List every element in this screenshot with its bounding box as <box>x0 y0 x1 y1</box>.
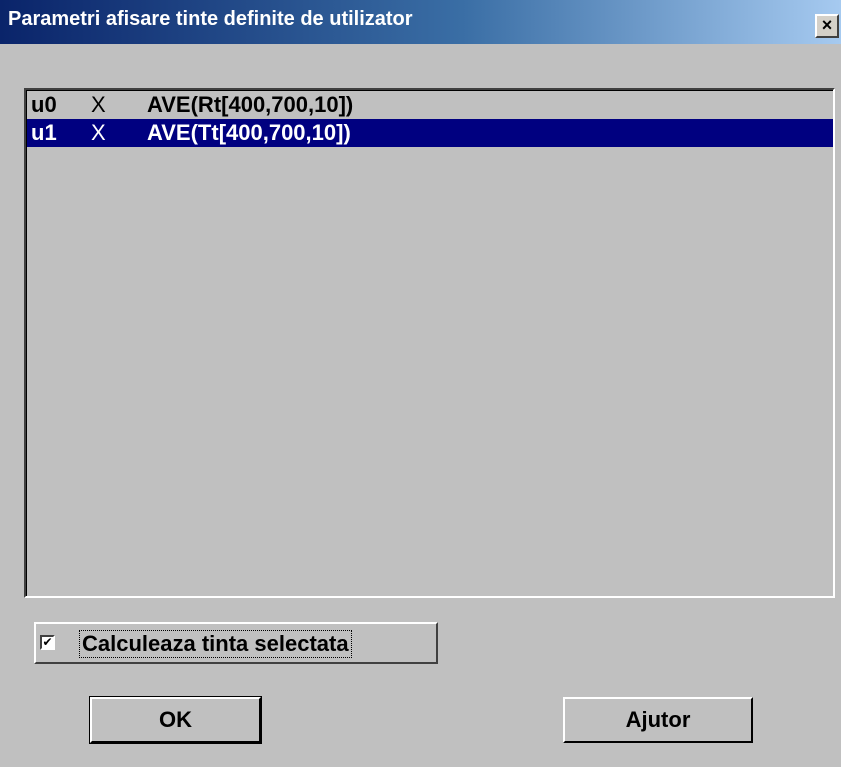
help-button[interactable]: Ajutor <box>563 697 753 743</box>
calculate-selected-label[interactable]: Calculeaza tinta selectata <box>79 630 352 658</box>
close-button[interactable]: × <box>815 14 839 38</box>
title-bar[interactable]: Parametri afisare tinte definite de util… <box>0 0 841 44</box>
list-item[interactable]: u0 X AVE(Rt[400,700,10]) <box>27 91 833 119</box>
item-flag: X <box>91 120 106 145</box>
calculate-selected-option[interactable]: ✔ Calculeaza tinta selectata <box>34 622 438 664</box>
calculate-selected-checkbox[interactable]: ✔ <box>40 635 55 650</box>
window-title: Parametri afisare tinte definite de util… <box>8 8 413 30</box>
close-icon: × <box>821 15 833 35</box>
listbox-content: u0 X AVE(Rt[400,700,10]) u1 X AVE(Tt[400… <box>26 90 833 596</box>
check-icon: ✔ <box>42 635 53 649</box>
ok-button[interactable]: OK <box>89 696 262 744</box>
item-expression: AVE(Tt[400,700,10]) <box>147 120 351 145</box>
item-flag: X <box>91 92 106 117</box>
dialog-window: Parametri afisare tinte definite de util… <box>0 0 841 767</box>
item-id: u1 <box>31 120 57 145</box>
item-id: u0 <box>31 92 57 117</box>
targets-listbox[interactable]: u0 X AVE(Rt[400,700,10]) u1 X AVE(Tt[400… <box>24 88 835 598</box>
list-item-selected[interactable]: u1 X AVE(Tt[400,700,10]) <box>27 119 833 147</box>
item-expression: AVE(Rt[400,700,10]) <box>147 92 354 117</box>
